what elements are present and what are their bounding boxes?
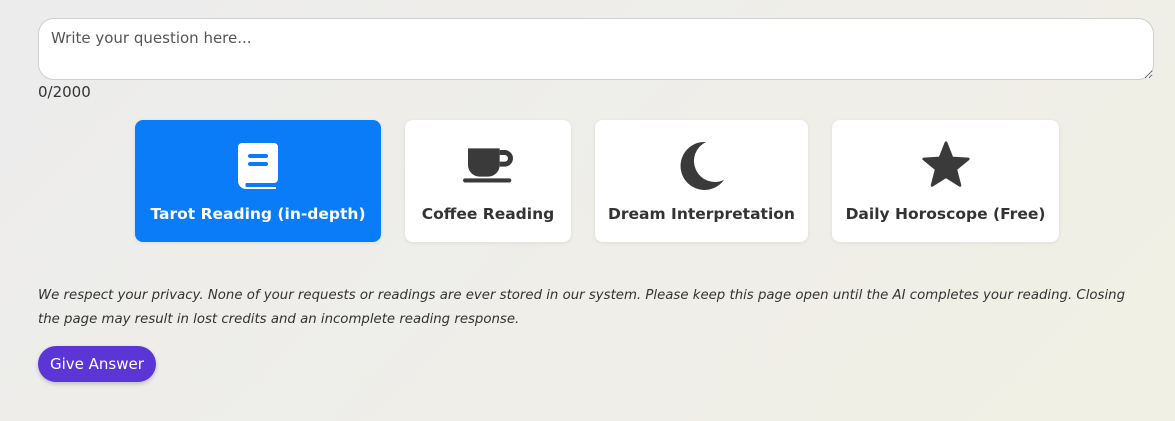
reading-options: Tarot Reading (in-depth) Coffee Reading … [135, 120, 1059, 242]
moon-icon [677, 140, 727, 190]
option-label: Coffee Reading [421, 205, 555, 223]
option-label: Dream Interpretation [608, 205, 795, 223]
book-icon [233, 140, 283, 190]
dream-interpretation-option[interactable]: Dream Interpretation [595, 120, 808, 242]
question-input[interactable] [38, 18, 1154, 80]
privacy-notice: We respect your privacy. None of your re… [38, 288, 1126, 327]
character-counter: 0/2000 [38, 83, 91, 101]
option-label: Daily Horoscope (Free) [845, 205, 1046, 223]
option-label: Tarot Reading (in-depth) [150, 205, 366, 223]
coffee-cup-icon [463, 140, 513, 190]
give-answer-button[interactable]: Give Answer [38, 346, 156, 382]
daily-horoscope-option[interactable]: Daily Horoscope (Free) [832, 120, 1059, 242]
coffee-reading-option[interactable]: Coffee Reading [405, 120, 571, 242]
star-icon [921, 140, 971, 190]
tarot-reading-option[interactable]: Tarot Reading (in-depth) [135, 120, 381, 242]
